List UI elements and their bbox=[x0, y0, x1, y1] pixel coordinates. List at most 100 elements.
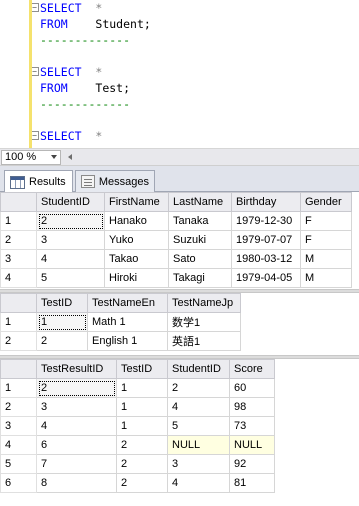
grid-corner[interactable] bbox=[0, 359, 37, 379]
column-header[interactable]: StudentID bbox=[36, 192, 105, 212]
row-number[interactable]: 4 bbox=[0, 268, 37, 288]
row-number[interactable]: 2 bbox=[0, 397, 37, 417]
table-cell[interactable]: 2 bbox=[36, 378, 117, 398]
testresult-table[interactable]: TestResultID TestID StudentID Score 1 2 1 2 60 2… bbox=[0, 359, 275, 493]
table-cell[interactable]: Suzuki bbox=[168, 230, 232, 250]
table-cell[interactable]: Hiroki bbox=[104, 268, 169, 288]
row-number[interactable]: 2 bbox=[0, 230, 37, 250]
table-cell[interactable]: 2 bbox=[116, 435, 168, 455]
row-number[interactable]: 6 bbox=[0, 473, 37, 493]
table-cell[interactable]: Tanaka bbox=[168, 211, 232, 231]
row-number[interactable]: 1 bbox=[0, 378, 37, 398]
table-cell[interactable]: 英語1 bbox=[167, 331, 241, 351]
column-header[interactable]: StudentID bbox=[167, 359, 230, 379]
table-cell[interactable]: 5 bbox=[36, 268, 105, 288]
grid-corner[interactable] bbox=[0, 192, 37, 212]
table-row[interactable]: 1 2 1 2 60 bbox=[0, 378, 275, 398]
row-number[interactable]: 2 bbox=[0, 331, 37, 351]
test-table[interactable]: TestID TestNameEn TestNameJp 1 1 Math 1 数学1 2 2… bbox=[0, 293, 241, 351]
code-line-comment[interactable]: ------------- bbox=[40, 96, 130, 112]
table-cell[interactable]: 数学1 bbox=[167, 312, 241, 332]
table-cell[interactable]: 4 bbox=[36, 249, 105, 269]
table-row[interactable]: 5 7 2 3 92 bbox=[0, 454, 275, 474]
table-cell[interactable]: 2 bbox=[167, 378, 230, 398]
table-cell[interactable]: 1 bbox=[36, 312, 88, 332]
table-row[interactable]: 6 8 2 4 81 bbox=[0, 473, 275, 493]
table-cell[interactable]: 8 bbox=[36, 473, 117, 493]
table-row[interactable]: 2 3 Yuko Suzuki 1979-07-07 F bbox=[0, 230, 352, 250]
table-row[interactable]: 3 4 1 5 73 bbox=[0, 416, 275, 436]
table-cell[interactable]: 6 bbox=[36, 435, 117, 455]
column-header[interactable]: TestID bbox=[116, 359, 168, 379]
column-header[interactable]: TestResultID bbox=[36, 359, 117, 379]
table-cell[interactable]: F bbox=[300, 230, 352, 250]
table-cell[interactable]: 2 bbox=[36, 211, 105, 231]
table-cell[interactable]: 60 bbox=[229, 378, 275, 398]
table-cell[interactable]: NULL bbox=[229, 435, 275, 455]
table-cell[interactable]: 4 bbox=[36, 416, 117, 436]
table-cell[interactable]: 3 bbox=[167, 454, 230, 474]
table-cell[interactable]: 3 bbox=[36, 397, 117, 417]
student-table[interactable]: StudentID FirstName LastName Birthday Gender… bbox=[0, 192, 352, 288]
table-row[interactable]: 2 2 English 1 英語1 bbox=[0, 331, 241, 351]
table-cell[interactable]: 1980-03-12 bbox=[231, 249, 301, 269]
sql-editor[interactable]: SELECT * FROM Student; ------------- SELECT… bbox=[0, 0, 359, 148]
result-grid-student[interactable]: StudentID FirstName LastName Birthday Gender… bbox=[0, 192, 359, 289]
row-number[interactable]: 3 bbox=[0, 416, 37, 436]
row-number[interactable]: 4 bbox=[0, 435, 37, 455]
table-cell[interactable]: 73 bbox=[229, 416, 275, 436]
table-cell[interactable]: Math 1 bbox=[87, 312, 168, 332]
code-line-from[interactable]: FROM Test; bbox=[40, 80, 130, 96]
row-number[interactable]: 1 bbox=[0, 211, 37, 231]
scroll-left-icon[interactable] bbox=[68, 154, 72, 160]
table-cell[interactable]: 1 bbox=[116, 397, 168, 417]
tab-results[interactable]: Results bbox=[4, 170, 73, 193]
column-header[interactable]: LastName bbox=[168, 192, 232, 212]
column-header[interactable]: Score bbox=[229, 359, 275, 379]
code-line-comment[interactable]: ------------- bbox=[40, 32, 130, 48]
table-cell[interactable]: 1 bbox=[116, 378, 168, 398]
table-cell[interactable]: Yuko bbox=[104, 230, 169, 250]
row-number[interactable]: 5 bbox=[0, 454, 37, 474]
column-header[interactable]: Gender bbox=[300, 192, 352, 212]
column-header[interactable]: TestNameEn bbox=[87, 293, 168, 313]
table-cell[interactable]: F bbox=[300, 211, 352, 231]
table-cell[interactable]: 81 bbox=[229, 473, 275, 493]
table-cell[interactable]: M bbox=[300, 268, 352, 288]
table-cell[interactable]: 98 bbox=[229, 397, 275, 417]
zoom-dropdown[interactable]: 100 % bbox=[1, 150, 61, 165]
tab-messages[interactable]: Messages bbox=[75, 170, 155, 192]
table-row[interactable]: 1 1 Math 1 数学1 bbox=[0, 312, 241, 332]
table-cell[interactable]: 92 bbox=[229, 454, 275, 474]
column-header[interactable]: TestID bbox=[36, 293, 88, 313]
table-cell[interactable]: 1979-12-30 bbox=[231, 211, 301, 231]
column-header[interactable]: Birthday bbox=[231, 192, 301, 212]
table-cell[interactable]: 2 bbox=[116, 454, 168, 474]
result-grid-testresult[interactable]: TestResultID TestID StudentID Score 1 2 1 2 60 2… bbox=[0, 359, 359, 506]
table-cell[interactable]: Hanako bbox=[104, 211, 169, 231]
grid-corner[interactable] bbox=[0, 293, 37, 313]
code-line-select[interactable]: SELECT * bbox=[40, 64, 102, 80]
table-cell[interactable]: NULL bbox=[167, 435, 230, 455]
column-header[interactable]: FirstName bbox=[104, 192, 169, 212]
row-number[interactable]: 1 bbox=[0, 312, 37, 332]
table-cell[interactable]: 4 bbox=[167, 397, 230, 417]
table-cell[interactable]: 2 bbox=[36, 331, 88, 351]
table-row[interactable]: 4 5 Hiroki Takagi 1979-04-05 M bbox=[0, 268, 352, 288]
column-header[interactable]: TestNameJp bbox=[167, 293, 241, 313]
table-cell[interactable]: 7 bbox=[36, 454, 117, 474]
table-cell[interactable]: 1979-04-05 bbox=[231, 268, 301, 288]
row-number[interactable]: 3 bbox=[0, 249, 37, 269]
table-row[interactable]: 4 6 2 NULL NULL bbox=[0, 435, 275, 455]
table-cell[interactable]: 4 bbox=[167, 473, 230, 493]
table-cell[interactable]: Takagi bbox=[168, 268, 232, 288]
table-cell[interactable]: Sato bbox=[168, 249, 232, 269]
table-row[interactable]: 1 2 Hanako Tanaka 1979-12-30 F bbox=[0, 211, 352, 231]
code-line-from[interactable]: FROM Student; bbox=[40, 16, 151, 32]
table-cell[interactable]: 1979-07-07 bbox=[231, 230, 301, 250]
table-cell[interactable]: M bbox=[300, 249, 352, 269]
table-row[interactable]: 3 4 Takao Sato 1980-03-12 M bbox=[0, 249, 352, 269]
result-grid-test[interactable]: TestID TestNameEn TestNameJp 1 1 Math 1 数学1 2 2… bbox=[0, 293, 359, 355]
table-cell[interactable]: 3 bbox=[36, 230, 105, 250]
table-cell[interactable]: 1 bbox=[116, 416, 168, 436]
